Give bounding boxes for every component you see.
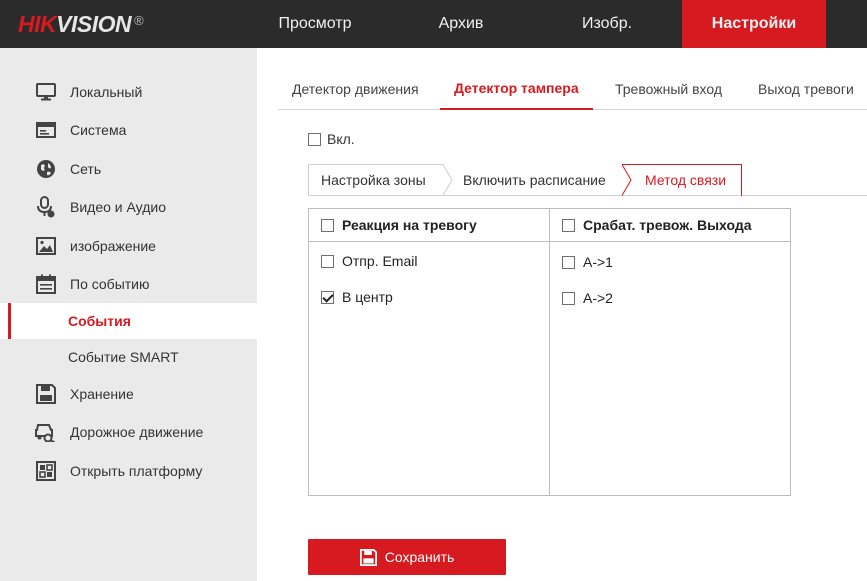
sidebar-item-label: По событию — [70, 276, 150, 292]
send-email-checkbox[interactable] — [321, 254, 334, 268]
floppy-disk-icon — [359, 548, 377, 566]
nav-live-view[interactable]: Просмотр — [256, 0, 374, 48]
sidebar-item-label: Видео и Аудио — [70, 199, 166, 215]
logo-text-red: HIK — [18, 10, 57, 37]
subtab-arming-schedule[interactable]: Включить расписание — [463, 164, 606, 196]
normal-linkage-column: Реакция на тревогу Отпр. Email В центр — [309, 209, 550, 495]
hikvision-logo: HIK VISION ® — [18, 10, 144, 38]
event-tabs: Детектор движения Детектор тампера Трево… — [278, 68, 867, 110]
sidebar-item-label: Система — [70, 122, 127, 138]
linkage-panel: Реакция на тревогу Отпр. Email В центр С… — [308, 208, 791, 496]
top-navigation-bar: HIK VISION ® Просмотр Архив Изобр. Настрой… — [0, 0, 867, 48]
output-a1-label: A->1 — [583, 254, 613, 270]
sidebar-item-open-platform[interactable]: Открыть платформу — [0, 453, 257, 489]
sidebar-item-video-audio[interactable]: Видео и Аудио — [0, 189, 257, 225]
sidebar-item-network[interactable]: Сеть — [0, 151, 257, 187]
nav-configuration[interactable]: Настройки — [682, 0, 826, 48]
list-item: A->1 — [562, 254, 613, 270]
send-email-label: Отпр. Email — [342, 253, 418, 269]
output-a2-checkbox[interactable] — [562, 291, 575, 305]
sidebar-item-label: Локальный — [70, 84, 143, 100]
list-item: Отпр. Email — [321, 253, 417, 269]
sidebar-item-image[interactable]: изображение — [0, 228, 257, 264]
subtab-linkage-method[interactable]: Метод связи — [645, 164, 726, 196]
normal-linkage-select-all-checkbox[interactable] — [321, 218, 334, 232]
list-item: A->2 — [562, 290, 613, 306]
sidebar-item-label: Событие SMART — [68, 349, 179, 365]
sidebar-item-local[interactable]: Локальный — [0, 74, 257, 110]
sidebar-item-label: изображение — [70, 238, 156, 254]
floppy-disk-icon — [35, 383, 57, 405]
sidebar-item-label: Дорожное движение — [70, 424, 204, 440]
grid-platform-icon — [35, 460, 57, 482]
sidebar-item-basic-events[interactable]: События — [0, 303, 257, 339]
sidebar-item-storage[interactable]: Хранение — [0, 376, 257, 412]
microphone-icon — [35, 196, 57, 218]
calendar-icon — [35, 273, 57, 295]
sidebar-item-label: Хранение — [70, 386, 134, 402]
enable-row: Вкл. — [308, 131, 355, 147]
enable-label: Вкл. — [327, 131, 355, 147]
tab-video-tampering[interactable]: Детектор тампера — [440, 68, 593, 110]
notify-center-checkbox[interactable] — [321, 290, 334, 304]
vehicle-search-icon — [35, 421, 57, 443]
sidebar-item-label: Сеть — [70, 161, 102, 177]
sidebar-item-smart-event[interactable]: Событие SMART — [0, 339, 257, 375]
normal-linkage-title: Реакция на тревогу — [342, 217, 477, 233]
save-button-label: Сохранить — [384, 549, 455, 565]
monitor-icon — [35, 81, 57, 103]
config-subtabs: Настройка зоны Включить расписание Метод… — [308, 164, 867, 196]
sidebar-item-road-traffic[interactable]: Дорожное движение — [0, 414, 257, 450]
nav-playback[interactable]: Архив — [404, 0, 518, 48]
list-item: В центр — [321, 289, 393, 305]
alarm-output-header: Срабат. тревож. Выхода — [550, 209, 790, 242]
globe-icon — [35, 158, 57, 180]
notify-center-label: В центр — [342, 289, 393, 305]
nav-picture[interactable]: Изобр. — [548, 0, 666, 48]
tab-motion-detection[interactable]: Детектор движения — [292, 68, 419, 109]
alarm-output-title: Срабат. тревож. Выхода — [583, 217, 752, 233]
enable-checkbox[interactable] — [308, 132, 321, 146]
tab-alarm-output[interactable]: Выход тревоги — [758, 68, 854, 109]
logo-registered-mark: ® — [134, 12, 144, 28]
tab-alarm-input[interactable]: Тревожный вход — [615, 68, 722, 109]
save-button[interactable]: Сохранить — [308, 539, 506, 575]
sidebar-item-system[interactable]: Система — [0, 112, 257, 148]
sidebar-item-label: События — [68, 313, 131, 329]
system-window-icon — [35, 119, 57, 141]
output-a2-label: A->2 — [583, 290, 613, 306]
subtab-area-settings[interactable]: Настройка зоны — [321, 164, 426, 196]
sidebar: Локальный Система Сеть Видео и Аудио изо… — [0, 48, 257, 581]
sidebar-item-label: Открыть платформу — [70, 463, 203, 479]
logo-text-light: VISION — [56, 10, 132, 37]
image-icon — [35, 235, 57, 257]
sidebar-item-event[interactable]: По событию — [0, 266, 257, 302]
alarm-output-column: Срабат. тревож. Выхода A->1 A->2 — [550, 209, 790, 495]
alarm-output-select-all-checkbox[interactable] — [562, 218, 575, 232]
output-a1-checkbox[interactable] — [562, 255, 575, 269]
normal-linkage-header: Реакция на тревогу — [309, 209, 549, 242]
